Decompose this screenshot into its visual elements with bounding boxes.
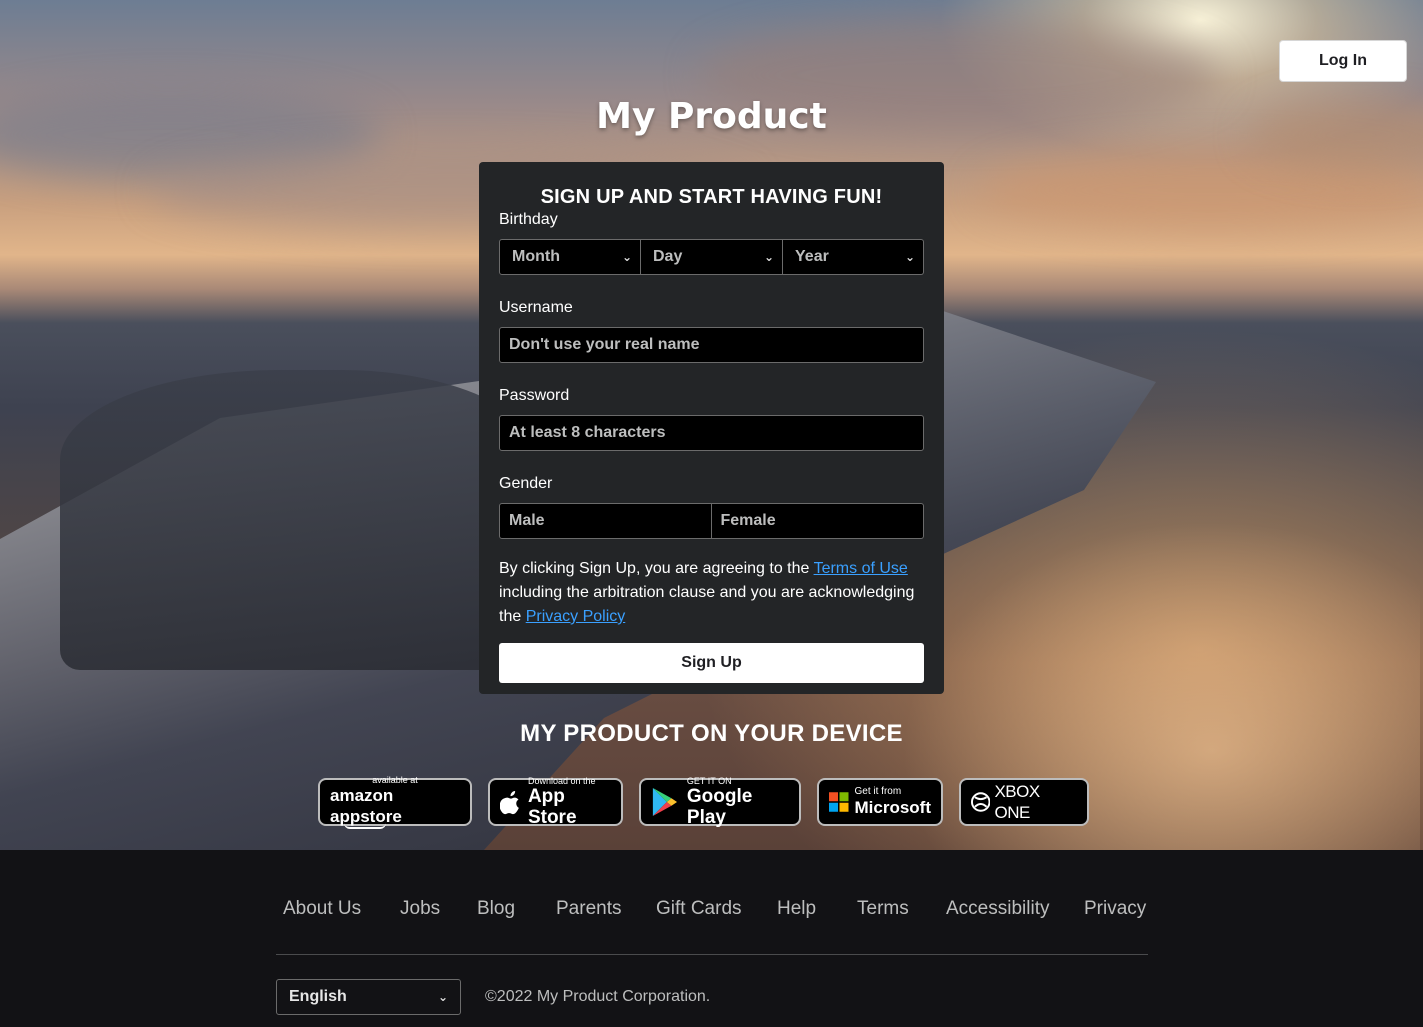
google-play-badge-small: GET IT ON [686,776,732,786]
microsoft-badge-small: Get it from [854,785,902,797]
legal-text-part-1: By clicking Sign Up, you are agreeing to… [499,560,814,577]
footer-link-accessibility[interactable]: Accessibility [946,898,1049,920]
microsoft-badge[interactable]: Get it from Microsoft [817,778,943,826]
gender-female-button[interactable]: Female [711,503,924,539]
footer-link-gift-cards[interactable]: Gift Cards [656,898,742,920]
chevron-down-icon: ⌄ [904,250,915,264]
signup-title: SIGN UP AND START HAVING FUN! [540,186,883,208]
username-input[interactable]: Don't use your real name [499,327,924,363]
amazon-badge-small: available at [372,775,418,785]
day-select[interactable]: Day ⌄ [641,239,783,275]
app-store-badge-small: Download on the [527,776,596,786]
brand-title: My Product [596,96,827,137]
app-store-badge-big: App Store [527,786,577,828]
xbox-icon [971,792,991,812]
microsoft-badge-big: Microsoft [854,797,932,817]
footer-link-privacy[interactable]: Privacy [1084,898,1146,920]
password-label: Password [499,387,570,404]
devices-title: MY PRODUCT ON YOUR DEVICE [520,720,903,747]
chevron-down-icon: ⌄ [763,250,774,264]
apple-icon [500,791,519,815]
username-label: Username [499,299,573,316]
footer-link-parents[interactable]: Parents [556,898,621,920]
legal-text: By clicking Sign Up, you are agreeing to… [499,557,924,629]
xbox-badge[interactable]: XBOX ONE [959,778,1089,826]
footer-divider [276,954,1148,955]
google-play-badge-big: Google Play [686,786,753,828]
store-badges: available at amazon appstore Download on… [0,775,1423,829]
login-button[interactable]: Log In [1279,40,1407,82]
google-play-icon [652,788,678,816]
footer: About Us Jobs Blog Parents Gift Cards He… [0,850,1423,1027]
month-select[interactable]: Month ⌄ [499,239,641,275]
google-play-badge[interactable]: GET IT ON Google Play [639,776,801,828]
copyright-text: ©2022 My Product Corporation. [485,988,711,1005]
footer-link-terms[interactable]: Terms [857,898,909,920]
year-select-value: Year [795,248,829,265]
day-select-value: Day [653,248,683,265]
amazon-appstore-badge[interactable]: available at amazon appstore [318,775,472,829]
signup-button[interactable]: Sign Up [499,643,924,683]
footer-link-blog[interactable]: Blog [477,898,515,920]
username-placeholder: Don't use your real name [509,336,700,353]
chevron-down-icon: ⌄ [621,250,632,264]
birthday-label: Birthday [499,211,558,228]
year-select[interactable]: Year ⌄ [783,239,924,275]
footer-link-about-us[interactable]: About Us [283,898,361,920]
privacy-policy-link[interactable]: Privacy Policy [526,608,626,625]
language-select-value: English [289,988,347,1005]
footer-link-jobs[interactable]: Jobs [400,898,440,920]
password-placeholder: At least 8 characters [509,424,666,441]
yacht-deck-image [60,370,540,670]
amazon-badge-big: amazon appstore [330,786,402,826]
birthday-selects: Month ⌄ Day ⌄ Year ⌄ [499,239,924,275]
password-input[interactable]: At least 8 characters [499,415,924,451]
chevron-down-icon: ⌄ [437,990,448,1004]
footer-link-help[interactable]: Help [777,898,816,920]
xbox-badge-label: XBOX ONE [994,782,1040,822]
month-select-value: Month [512,248,560,265]
gender-male-button[interactable]: Male [499,503,712,539]
signup-card: SIGN UP AND START HAVING FUN! Birthday M… [479,162,944,694]
amazon-icon [344,823,386,829]
app-store-badge[interactable]: Download on the App Store [488,776,623,828]
footer-links: About Us Jobs Blog Parents Gift Cards He… [276,898,1148,924]
microsoft-icon [829,792,849,812]
terms-of-use-link[interactable]: Terms of Use [814,560,908,577]
language-select[interactable]: English ⌄ [276,979,461,1015]
gender-label: Gender [499,475,553,492]
gender-toggle: Male Female [499,503,924,539]
